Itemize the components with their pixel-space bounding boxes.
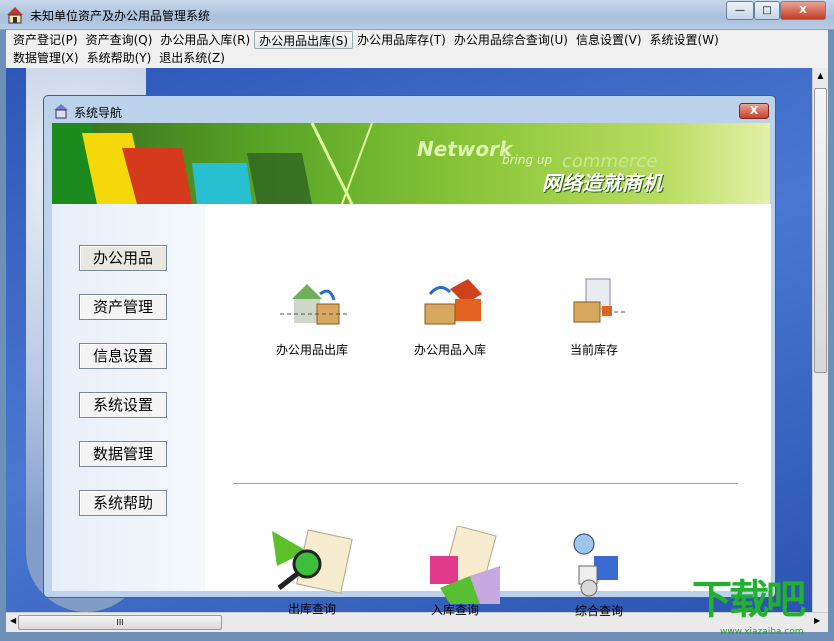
tile-combined-query-label: 综合查询 bbox=[574, 604, 623, 618]
menu-info-settings[interactable]: 信息设置(V) bbox=[572, 31, 646, 49]
box-document-icon bbox=[430, 525, 500, 604]
menu-asset-query[interactable]: 资产查询(Q) bbox=[82, 31, 157, 49]
menu-data-management[interactable]: 数据管理(X) bbox=[9, 49, 83, 67]
menu-supplies-query[interactable]: 办公用品综合查询(U) bbox=[450, 31, 572, 49]
tile-current-stock[interactable]: 当前库存 bbox=[544, 274, 644, 358]
nav-info-settings[interactable]: 信息设置 bbox=[79, 343, 167, 369]
left-nav-panel: 办公用品 资产管理 信息设置 系统设置 数据管理 系统帮助 bbox=[52, 204, 205, 591]
scroll-up-icon[interactable]: ▲ bbox=[813, 71, 828, 80]
menu-supplies-in[interactable]: 办公用品入库(R) bbox=[156, 31, 254, 49]
window-title: 未知单位资产及办公用品管理系统 bbox=[30, 9, 211, 23]
warehouse-in-icon bbox=[424, 279, 482, 325]
vertical-scrollbar[interactable]: ▲ bbox=[812, 68, 828, 612]
tile-current-stock-label: 当前库存 bbox=[569, 343, 618, 357]
child-window-title: 系统导航 bbox=[74, 106, 123, 120]
nav-system-settings[interactable]: 系统设置 bbox=[79, 392, 167, 418]
magnifier-document-icon bbox=[272, 529, 353, 594]
child-close-button[interactable]: X bbox=[739, 103, 769, 119]
scroll-right-icon[interactable]: ▶ bbox=[814, 616, 820, 625]
menu-bar: 资产登记(P) 资产查询(Q) 办公用品入库(R) 办公用品出库(S) 办公用品… bbox=[6, 30, 828, 68]
watermark-url: www.xiazaiba.com bbox=[720, 627, 804, 637]
network-query-icon bbox=[573, 533, 618, 597]
menu-asset-register[interactable]: 资产登记(P) bbox=[9, 31, 82, 49]
watermark-logo: 下载吧 bbox=[692, 577, 806, 623]
nav-asset-management[interactable]: 资产管理 bbox=[79, 294, 167, 320]
title-bar: 未知单位资产及办公用品管理系统 — □ X bbox=[0, 0, 834, 30]
menu-exit[interactable]: 退出系统(Z) bbox=[155, 49, 229, 67]
tile-out-query[interactable]: 出库查询 bbox=[262, 526, 362, 617]
navigation-window: 系统导航 X Network bring up commerce 网络造就商机 … bbox=[43, 95, 776, 618]
banner-image: Network bring up commerce 网络造就商机 bbox=[52, 123, 770, 204]
divider bbox=[233, 483, 738, 485]
menu-supplies-stock[interactable]: 办公用品库存(T) bbox=[353, 31, 450, 49]
banner-slogan: 网络造就商机 bbox=[542, 171, 662, 195]
scroll-left-icon[interactable]: ◀ bbox=[10, 616, 16, 625]
stock-icon bbox=[573, 278, 628, 323]
nav-data-management[interactable]: 数据管理 bbox=[79, 441, 167, 467]
close-button[interactable]: X bbox=[780, 1, 826, 20]
horizontal-scroll-thumb[interactable]: III bbox=[18, 615, 222, 630]
menu-system-settings[interactable]: 系统设置(W) bbox=[646, 31, 723, 49]
maximize-button[interactable]: □ bbox=[754, 1, 780, 20]
tile-supplies-in[interactable]: 办公用品入库 bbox=[400, 274, 500, 358]
tile-supplies-out[interactable]: 办公用品出库 bbox=[262, 274, 362, 358]
warehouse-out-icon bbox=[280, 284, 350, 325]
nav-office-supplies[interactable]: 办公用品 bbox=[79, 245, 167, 271]
house-icon bbox=[54, 104, 68, 119]
tile-out-query-label: 出库查询 bbox=[287, 602, 336, 616]
tile-supplies-out-label: 办公用品出库 bbox=[275, 343, 348, 357]
tile-in-query[interactable]: 入库查询 bbox=[405, 525, 505, 618]
nav-system-help[interactable]: 系统帮助 bbox=[79, 490, 167, 516]
menu-supplies-out[interactable]: 办公用品出库(S) bbox=[254, 31, 354, 49]
banner-bring-up-text: bring up bbox=[502, 153, 553, 167]
bar-chart-graphic bbox=[52, 123, 373, 204]
tile-supplies-in-label: 办公用品入库 bbox=[413, 343, 486, 357]
minimize-button[interactable]: — bbox=[726, 1, 754, 20]
content-panel: 办公用品出库 办公用品入库 当前库存 出库查询 入库查询 综合查询 bbox=[205, 204, 771, 618]
menu-system-help[interactable]: 系统帮助(Y) bbox=[83, 49, 156, 67]
banner-network-text: Network bbox=[417, 137, 513, 161]
tile-combined-query[interactable]: 综合查询 bbox=[549, 526, 649, 619]
vertical-scroll-thumb[interactable] bbox=[814, 88, 827, 373]
house-icon bbox=[7, 7, 23, 24]
